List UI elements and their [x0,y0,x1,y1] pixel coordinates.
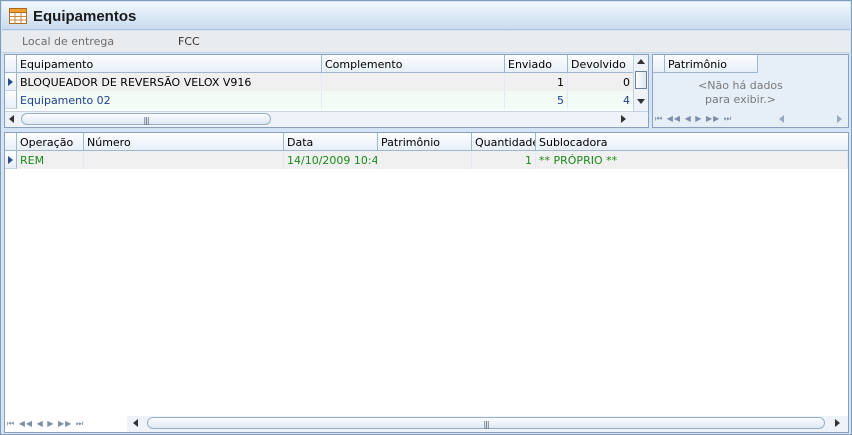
cell-equipamento: BLOQUEADOR DE REVERSÃO VELOX V916 [17,73,322,91]
scroll-grip: ||| [143,116,149,125]
scroll-left-icon[interactable] [779,115,784,123]
scroll-thumb-vertical[interactable] [635,71,647,89]
empty-data-message: <Não há dados para exibir.> [653,79,828,107]
scroll-up-icon[interactable] [637,59,645,64]
scroll-left-icon[interactable] [133,419,138,427]
cell-devolvido: 0 [568,73,634,91]
header-indicator [653,55,665,73]
equipamentos-window: Equipamentos Local de entrega FCC Equipa… [0,0,852,435]
empty-data-line-1: <Não há dados [698,79,783,92]
local-entrega-value: FCC [178,35,200,48]
cell-data: 14/10/2009 10:47 [284,151,378,169]
window-title: Equipamentos [33,8,137,25]
scroll-right-icon[interactable] [837,115,842,123]
column-header-patrimonio[interactable]: Patrimônio [378,133,472,151]
equipment-horizontal-scrollbar[interactable]: ||| [5,111,648,127]
patrimonio-horizontal-scrollbar[interactable] [773,111,848,127]
empty-data-line-2: para exibir.> [705,93,776,106]
cell-operacao: REM [17,151,84,169]
row-indicator [5,91,17,109]
patrimonio-grid[interactable]: Patrimônio <Não há dados para exibir.> ⏮… [652,54,849,128]
current-row-arrow-icon [8,78,13,86]
cell-complemento [322,73,505,91]
equipment-grid[interactable]: Equipamento Complemento Enviado Devolvid… [4,54,649,128]
cell-complemento [322,91,505,109]
column-header-equipamento[interactable]: Equipamento [17,55,322,73]
table-row[interactable]: REM 14/10/2009 10:47 1 ** PRÓPRIO ** [5,151,848,169]
column-header-numero[interactable]: Número [84,133,284,151]
operations-grid[interactable]: Operação Número Data Patrimônio Quantida… [4,132,849,433]
cell-enviado: 1 [505,73,568,91]
table-icon [9,8,27,24]
column-header-complemento[interactable]: Complemento [322,55,505,73]
current-row-arrow-icon [8,156,13,164]
cell-sublocadora: ** PRÓPRIO ** [536,151,848,169]
cell-numero [84,151,284,169]
column-header-sublocadora[interactable]: Sublocadora [536,133,848,151]
cell-quantidade: 1 [472,151,536,169]
operations-record-navigator[interactable]: ⏮ ◀◀ ◀ ▶ ▶▶ ⏭ [7,419,84,429]
local-entrega-label: Local de entrega [22,35,115,48]
local-entrega-row: Local de entrega FCC [2,31,850,53]
table-row[interactable]: BLOQUEADOR DE REVERSÃO VELOX V916 1 0 [5,73,634,91]
header-indicator [5,55,17,73]
column-header-enviado[interactable]: Enviado [505,55,568,73]
scroll-grip: ||| [483,420,489,429]
cell-enviado: 5 [505,91,568,109]
column-header-devolvido[interactable]: Devolvido [568,55,634,73]
scroll-right-icon[interactable] [835,419,840,427]
scroll-down-icon[interactable] [637,99,645,104]
scroll-thumb-horizontal[interactable]: ||| [21,113,271,125]
cell-equipamento: Equipamento 02 [17,91,322,109]
patrimonio-record-navigator[interactable]: ⏮ ◀◀ ◀ ▶ ▶▶ ⏭ [655,114,732,124]
column-header-data[interactable]: Data [284,133,378,151]
column-header-patrimonio[interactable]: Patrimônio [665,55,758,73]
header-indicator [5,133,17,151]
scroll-thumb-horizontal[interactable]: ||| [147,417,825,429]
title-bar: Equipamentos [2,2,850,30]
row-indicator [5,151,17,169]
equipment-vertical-scrollbar[interactable] [633,55,648,111]
table-row[interactable]: Equipamento 02 5 4 [5,91,634,109]
row-indicator [5,73,17,91]
scroll-right-icon[interactable] [621,115,626,123]
column-header-quantidade[interactable]: Quantidade [472,133,536,151]
operations-horizontal-scrollbar[interactable]: ||| [127,416,848,432]
cell-patrimonio [378,151,472,169]
column-header-operacao[interactable]: Operação [17,133,84,151]
scroll-left-icon[interactable] [9,115,14,123]
cell-devolvido: 4 [568,91,634,109]
